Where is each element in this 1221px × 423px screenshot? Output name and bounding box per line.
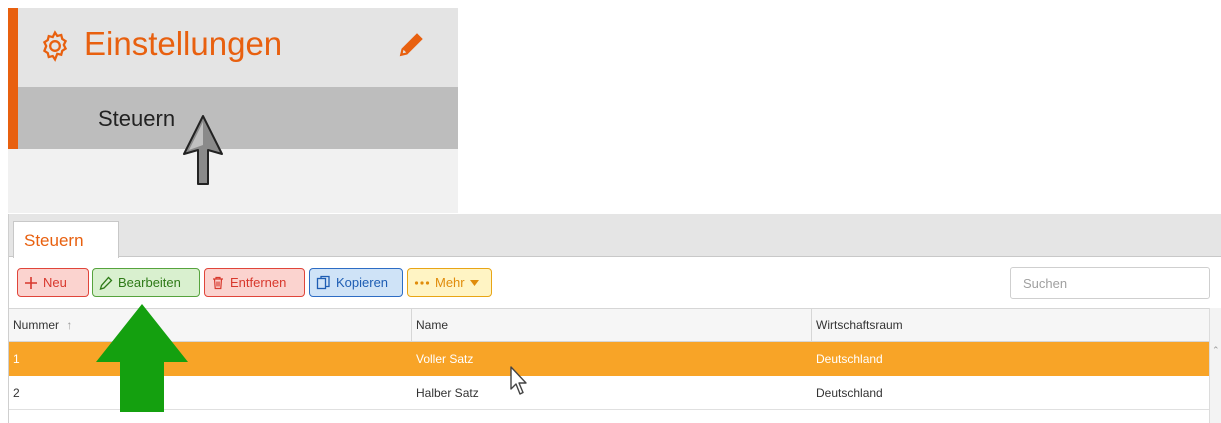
column-header-label: Wirtschaftsraum bbox=[816, 318, 903, 332]
delete-button-label: Entfernen bbox=[230, 275, 287, 290]
column-header-nummer[interactable]: Nummer ↑ bbox=[9, 309, 412, 342]
delete-button[interactable]: Entfernen bbox=[204, 268, 305, 297]
menu-item-label: Steuern bbox=[98, 106, 176, 131]
tab-strip: Steuern bbox=[9, 214, 1221, 258]
search-input[interactable] bbox=[1010, 267, 1210, 299]
table-header: Nummer ↑ Name Wirtschaftsraum bbox=[9, 308, 1209, 342]
copy-button-label: Kopieren bbox=[336, 275, 389, 290]
more-button[interactable]: Mehr bbox=[407, 268, 492, 297]
more-button-label: Mehr bbox=[435, 275, 465, 290]
cell-wirtschaftsraum: Deutschland bbox=[816, 386, 883, 400]
tax-grid-window: Steuern Neu Bearbeiten Entfernen Kopiere… bbox=[8, 214, 1221, 423]
caret-down-icon bbox=[469, 279, 479, 286]
table-row[interactable]: 1 Voller Satz Deutschland bbox=[9, 342, 1209, 376]
gear-icon bbox=[42, 30, 68, 62]
copy-icon bbox=[316, 275, 330, 290]
plus-icon bbox=[25, 276, 37, 289]
scroll-up-icon[interactable]: ⌃ bbox=[1212, 345, 1220, 356]
cell-wirtschaftsraum: Deutschland bbox=[816, 352, 883, 366]
pencil-icon[interactable] bbox=[396, 30, 426, 60]
edit-button-label: Bearbeiten bbox=[118, 275, 181, 290]
pencil-icon bbox=[99, 276, 113, 290]
new-button[interactable]: Neu bbox=[17, 268, 89, 297]
table-row[interactable]: 2 Halber Satz Deutschland bbox=[9, 376, 1209, 410]
cell-name: Halber Satz bbox=[416, 386, 479, 400]
cell-nummer: 2 bbox=[13, 386, 20, 400]
trash-icon bbox=[213, 276, 223, 289]
cell-nummer: 1 bbox=[13, 352, 20, 366]
settings-menu-header[interactable]: Einstellungen bbox=[18, 8, 458, 87]
cursor-arrow-icon bbox=[510, 366, 527, 395]
toolbar: Neu Bearbeiten Entfernen Kopieren Mehr bbox=[9, 258, 1221, 308]
copy-button[interactable]: Kopieren bbox=[309, 268, 403, 297]
cursor-arrow-icon bbox=[183, 115, 223, 185]
edit-button[interactable]: Bearbeiten bbox=[92, 268, 200, 297]
tab-steuern[interactable]: Steuern bbox=[13, 221, 119, 258]
vertical-scrollbar[interactable] bbox=[1209, 308, 1221, 423]
menu-item-steuern[interactable]: Steuern bbox=[18, 87, 458, 149]
column-header-name[interactable]: Name bbox=[412, 309, 812, 342]
sort-ascending-icon: ↑ bbox=[66, 318, 73, 332]
column-header-label: Name bbox=[416, 318, 449, 332]
column-header-wirtschaftsraum[interactable]: Wirtschaftsraum bbox=[812, 309, 1209, 342]
settings-menu-title: Einstellungen bbox=[84, 25, 283, 62]
green-arrow-annotation bbox=[96, 304, 188, 412]
cell-name: Voller Satz bbox=[416, 352, 474, 366]
more-dots-icon bbox=[414, 280, 430, 285]
column-header-label: Nummer bbox=[13, 318, 60, 332]
new-button-label: Neu bbox=[43, 275, 67, 290]
tax-table: Nummer ↑ Name Wirtschaftsraum 1 Voller S… bbox=[9, 308, 1221, 423]
menu-accent-bar bbox=[8, 8, 18, 149]
